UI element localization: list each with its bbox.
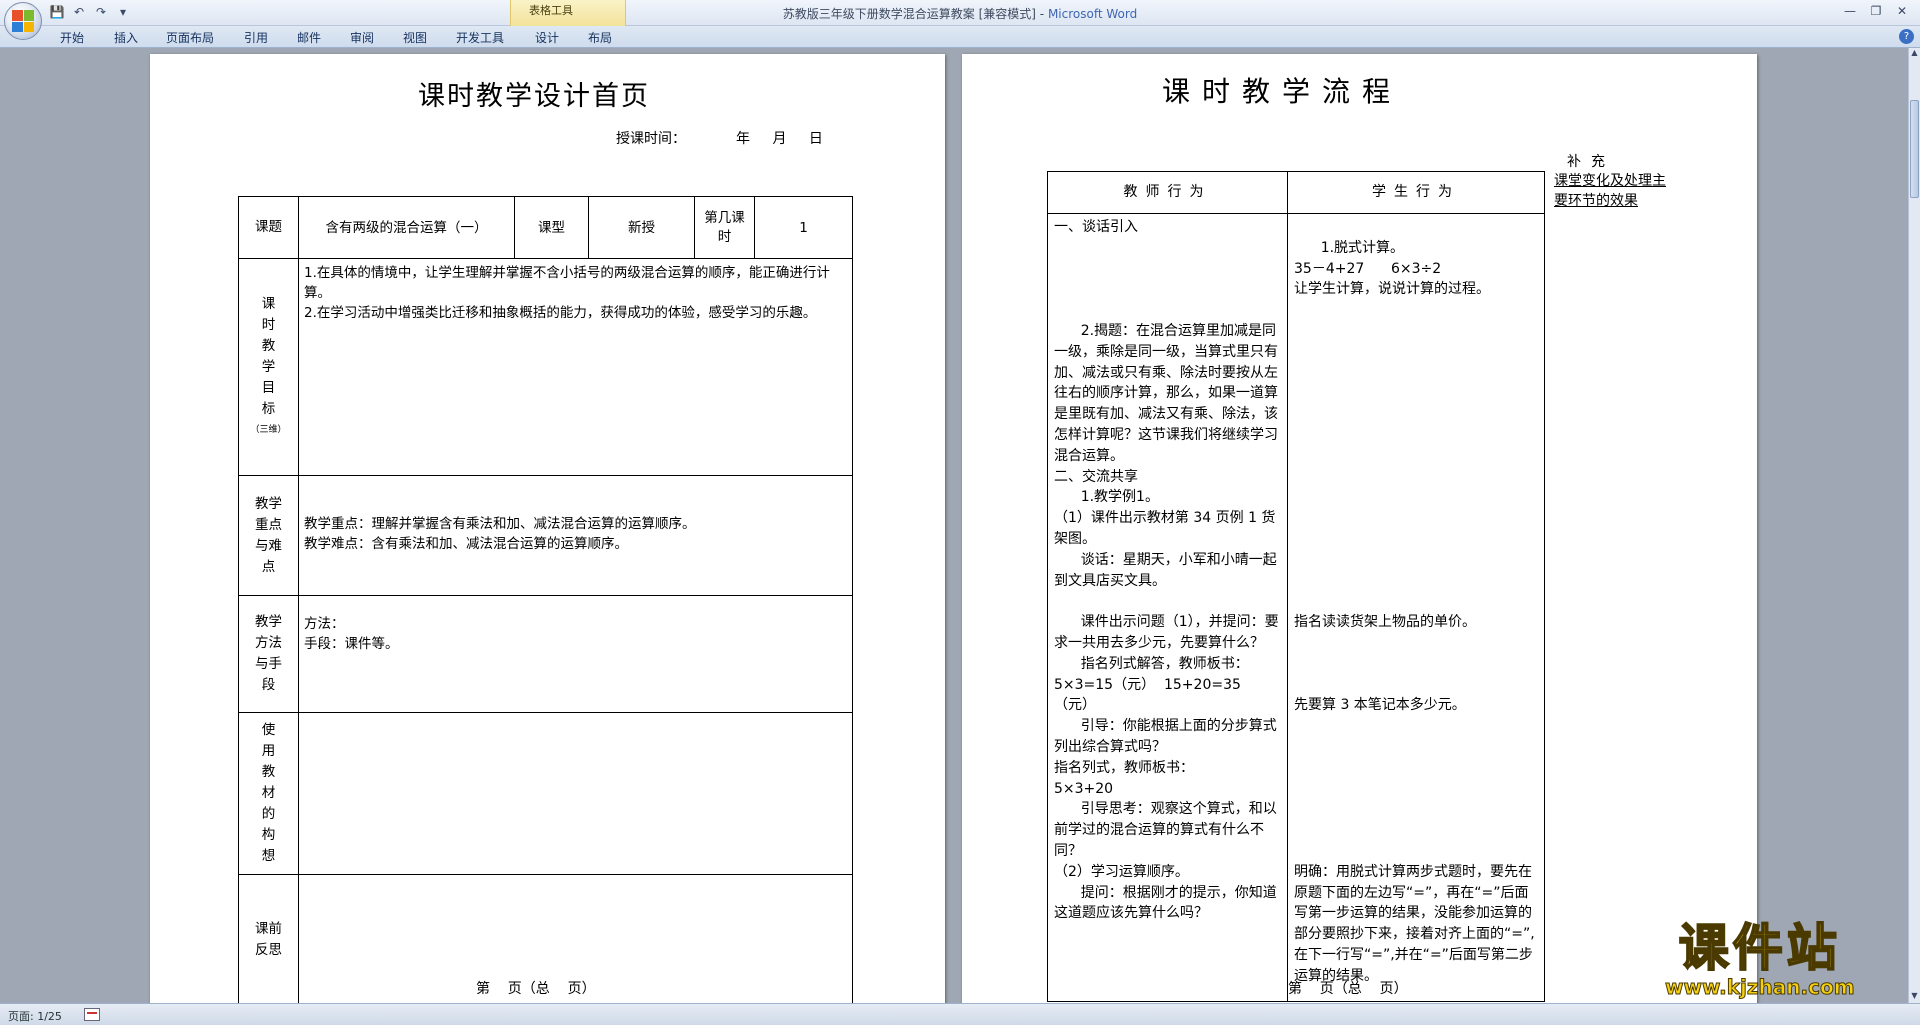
- page-count[interactable]: 页面: 1/25: [8, 1008, 62, 1024]
- lesson-design-table: 课题 含有两级的混合运算（一） 课型 新授 第几课时 1 课时教学目标 （三维）…: [238, 196, 853, 1003]
- method-content[interactable]: 方法： 手段：课件等。: [298, 595, 853, 713]
- tab-layout[interactable]: 布局: [588, 29, 612, 46]
- title-bar: 💾 ↶ ↷ ▾ 表格工具 苏教版三年级下册数学混合运算教案 [兼容模式] - M…: [0, 0, 1920, 26]
- goal-label-cell: 课时教学目标 （三维）: [238, 258, 299, 476]
- tab-mailings[interactable]: 邮件: [297, 29, 321, 46]
- tab-developer[interactable]: 开发工具: [456, 29, 504, 46]
- watermark-text: 课件站: [1678, 919, 1841, 977]
- status-bar: 页面: 1/25: [0, 1003, 1920, 1025]
- means: 手段：课件等。: [304, 636, 399, 652]
- office-button[interactable]: [4, 2, 42, 40]
- method-label: 教学方法与手段: [255, 614, 282, 693]
- type-label: 课型: [514, 196, 589, 259]
- page2-title: 课时教学流程: [1162, 75, 1403, 108]
- supplement-title: 补充: [1567, 154, 1615, 170]
- tab-insert[interactable]: 插入: [114, 29, 138, 46]
- teacher-text: 一、谈话引入 2.揭题：在混合运算里加减是同一级，乘除是同一级，当算式里只有加、…: [1054, 219, 1279, 922]
- tab-design[interactable]: 设计: [535, 29, 559, 46]
- tab-view[interactable]: 视图: [403, 29, 427, 46]
- page1-title: 课时教学设计首页: [418, 81, 650, 112]
- goal-note: （三维）: [250, 424, 287, 435]
- tab-review[interactable]: 审阅: [350, 29, 374, 46]
- help-icon[interactable]: ?: [1899, 29, 1914, 44]
- teacher-cell[interactable]: 一、谈话引入 2.揭题：在混合运算里加减是同一级，乘除是同一级，当算式里只有加、…: [1047, 213, 1288, 1002]
- key-content[interactable]: 教学重点：理解并掌握含有乘法和加、减法混合运算的运算顺序。 教学难点：含有乘法和…: [298, 475, 853, 596]
- window-title: 苏教版三年级下册数学混合运算教案 [兼容模式] - Microsoft Word: [0, 5, 1920, 22]
- student-cell[interactable]: 1.脱式计算。 35－4+27 6×3÷2 让学生计算，说说计算的过程。 指名读…: [1287, 213, 1545, 1002]
- key-label-cell: 教学重点与难点: [238, 475, 299, 596]
- goal-1: 1.在具体的情境中，让学生理解并掌握不含小括号的两级混合运算的顺序，能正确进行计…: [304, 265, 830, 301]
- document-name: 苏教版三年级下册数学混合运算教案 [兼容模式]: [782, 7, 1036, 21]
- office-logo-icon: [12, 10, 34, 32]
- goal-content[interactable]: 1.在具体的情境中，让学生理解并掌握不含小括号的两级混合运算的顺序，能正确进行计…: [298, 258, 853, 476]
- tab-home[interactable]: 开始: [60, 29, 84, 46]
- difficulty: 教学难点：含有乘法和加、减法混合运算的运算顺序。: [304, 536, 628, 552]
- material-label-cell: 使用教材的构想: [238, 712, 299, 875]
- close-icon[interactable]: ✕: [1890, 2, 1914, 20]
- page-2: 课时教学流程 补充 课堂变化及处理主要环节的效果 教师行为 学生行为 一、谈话引…: [962, 54, 1757, 1003]
- minimize-icon[interactable]: —: [1838, 2, 1862, 20]
- goal-2: 2.在学习活动中增强类比迁移和抽象概括的能力，获得成功的体验，感受学习的乐趣。: [304, 305, 817, 321]
- tab-page-layout[interactable]: 页面布局: [166, 29, 214, 46]
- lesson-time-label: 授课时间：: [616, 131, 686, 147]
- title-separator: -: [1035, 7, 1048, 21]
- reflect-label-cell: 课前反思: [238, 874, 299, 1003]
- ribbon-tab-bar: 开始 插入 页面布局 引用 邮件 审阅 视图 开发工具 设计 布局 ?: [0, 26, 1920, 48]
- tab-references[interactable]: 引用: [244, 29, 268, 46]
- app-name: Microsoft Word: [1047, 7, 1138, 21]
- window-controls: — ❐ ✕: [1838, 2, 1914, 20]
- document-area: 课时教学设计首页 授课时间： 年 月 日 课题 含有两级的混合运算（一） 课型 …: [0, 48, 1908, 1003]
- method: 方法：: [304, 616, 345, 632]
- vertical-scrollbar[interactable]: ▲ ▼: [1908, 48, 1920, 1003]
- material-label: 使用教材的构想: [261, 722, 276, 864]
- goal-label: 课时教学目标: [261, 295, 276, 417]
- col-teacher-header: 教师行为: [1047, 171, 1288, 214]
- lesson-no-label: 第几课时: [694, 196, 755, 259]
- proofing-icon[interactable]: [84, 1008, 100, 1021]
- reflect-label: 课前反思: [255, 920, 282, 958]
- student-text: 1.脱式计算。 35－4+27 6×3÷2 让学生计算，说说计算的过程。 指名读…: [1294, 239, 1535, 984]
- lesson-no-value[interactable]: 1: [754, 196, 853, 259]
- page1-footer: 第 页（总 页）: [476, 981, 596, 997]
- type-value[interactable]: 新授: [588, 196, 695, 259]
- scroll-thumb[interactable]: [1910, 100, 1919, 198]
- supplement-link[interactable]: 课堂变化及处理主要环节的效果: [1554, 171, 1674, 211]
- scroll-down-icon[interactable]: ▼: [1909, 991, 1920, 1003]
- col-student-header: 学生行为: [1287, 171, 1545, 214]
- topic-label: 课题: [238, 196, 299, 259]
- topic-value[interactable]: 含有两级的混合运算（一）: [298, 196, 515, 259]
- lesson-flow-table: 教师行为 学生行为 一、谈话引入 2.揭题：在混合运算里加减是同一级，乘除是同一…: [1047, 171, 1545, 1002]
- method-label-cell: 教学方法与手段: [238, 595, 299, 713]
- restore-icon[interactable]: ❐: [1864, 2, 1888, 20]
- key-label: 教学重点与难点: [255, 495, 282, 575]
- scroll-up-icon[interactable]: ▲: [1909, 48, 1920, 60]
- key-point: 教学重点：理解并掌握含有乘法和加、减法混合运算的运算顺序。: [304, 516, 696, 532]
- page-1: 课时教学设计首页 授课时间： 年 月 日 课题 含有两级的混合运算（一） 课型 …: [150, 54, 945, 1003]
- watermark-logo: 课件站 www.kjzhan.com: [1665, 919, 1856, 999]
- material-content[interactable]: [298, 712, 853, 875]
- page2-footer: 第 页（总 页）: [1288, 981, 1408, 997]
- lesson-time-fields: 年 月 日: [736, 131, 823, 147]
- watermark-url: www.kjzhan.com: [1665, 975, 1856, 999]
